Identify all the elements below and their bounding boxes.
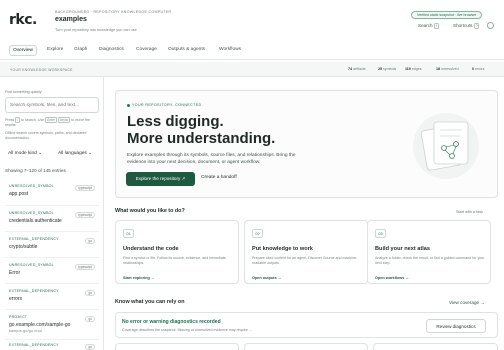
section-title-actions: What would you like to do? [115, 208, 185, 214]
tab-graph[interactable]: Graph [74, 47, 87, 52]
language-select[interactable]: All languages ⌄ [58, 151, 92, 156]
divider [5, 339, 99, 340]
language-tag: go [85, 290, 95, 296]
create-handoff-button[interactable]: Create a handoff [201, 175, 237, 180]
stat-unresolved: 18 unresolved [436, 67, 459, 71]
symbol-kind: UNRESOLVED_SYMBOL [9, 211, 54, 215]
language-tag: typescript [75, 212, 95, 218]
tab-explore[interactable]: Explore [47, 47, 63, 52]
search-label: Search [418, 23, 433, 28]
theme-toggle-icon[interactable] [487, 22, 494, 29]
app-logo[interactable]: rkc. [9, 12, 37, 28]
search-button[interactable]: Search / [418, 23, 439, 29]
hero-heading: Less digging. More understanding. [127, 113, 276, 147]
divider [5, 283, 99, 284]
review-diagnostics-button[interactable]: Review diagnostics [426, 319, 486, 333]
card-number: 03 [375, 229, 386, 238]
card-number: 02 [252, 229, 263, 238]
card-description: Find a symbol or file. Follow its source… [123, 256, 226, 265]
shortcuts-kbd: ? [473, 23, 480, 29]
language-tag: typescript [75, 185, 95, 191]
symbol-kind: EXTERNAL_DEPENDENCY [9, 237, 59, 241]
search-scope-hint: Offline search covers symbols, paths, an… [5, 131, 87, 140]
symbol-path: sample-go/go.mod [9, 329, 42, 333]
card-title: Build your next atlas [375, 246, 431, 252]
list-item[interactable]: EXTERNAL_DEPENDENCY go [5, 343, 99, 350]
stat-symbols: 25 symbols [378, 67, 397, 71]
workspace-label: YOUR KNOWLEDGE WORKSPACE [10, 68, 73, 72]
symbol-search-input[interactable] [5, 97, 99, 113]
card-build-atlas[interactable]: 03 Build your next atlas Analyze a folde… [367, 220, 491, 284]
card-link[interactable]: Open outputs → [252, 276, 282, 280]
search-kbd: / [433, 23, 439, 29]
tab-workflows[interactable]: Workflows [219, 47, 241, 52]
symbol-name: errors [9, 296, 23, 302]
divider [5, 309, 99, 310]
symbol-name: app.post [9, 191, 29, 197]
chevron-down-icon: ⌄ [88, 151, 93, 156]
section-title-rely: Know what you can rely on [115, 299, 185, 305]
card-description: Analyze a folder, check the result, or f… [375, 256, 485, 265]
stat-artifacts: 74 artifacts [348, 67, 366, 71]
divider [5, 205, 99, 206]
page-subtitle: Turn your repository into knowledge you … [55, 28, 137, 32]
find-label: Find something quickly [5, 90, 42, 94]
symbol-kind: UNRESOLVED_SYMBOL [9, 184, 54, 188]
page-title: examples [55, 16, 87, 23]
bottom-card [373, 343, 498, 350]
tab-coverage[interactable]: Coverage [136, 47, 157, 52]
breadcrumb: BACKGROUNDED · REPOSITORY KNOWLEDGE COMP… [55, 10, 172, 14]
card-title: Put knowledge to work [252, 246, 313, 252]
search-hint: Press / to search. Use Enter Arrow to mo… [5, 117, 90, 127]
card-link[interactable]: Open workflows → [375, 276, 409, 280]
card-title: Understand the code [123, 246, 179, 252]
logo-text: rkc. [9, 12, 37, 28]
symbol-kind: EXTERNAL_DEPENDENCY [9, 289, 59, 293]
card-link[interactable]: Start exploring → [123, 276, 155, 280]
documents-illustration-icon [413, 113, 479, 179]
start-task-link[interactable]: Start with a task [456, 210, 483, 214]
diagnostics-status-title: No error or warning diagnostics recorded [122, 319, 221, 325]
hero-kicker: YOUR REPOSITORY, CONNECTED [127, 103, 202, 107]
bottom-card [244, 343, 368, 350]
card-description: Prepare cited context for an agent. Disc… [252, 256, 358, 265]
shortcuts-button[interactable]: Shortcuts ? [453, 23, 480, 29]
stat-errors: 0 errors [472, 67, 485, 71]
symbol-name: go.example.com/sample-go [9, 322, 71, 328]
card-number: 01 [123, 229, 134, 238]
symbol-name: credentials.authenticate [9, 218, 62, 224]
language-tag: go [85, 344, 95, 350]
bottom-card [115, 343, 239, 350]
view-coverage-link[interactable]: View coverage → [449, 300, 485, 305]
symbol-kind: EXTERNAL_DEPENDENCY [9, 343, 59, 347]
explore-repository-button[interactable]: Explore the repository ↗ [126, 172, 195, 186]
workspace-stats-bar: YOUR KNOWLEDGE WORKSPACE 74 artifacts 25… [0, 62, 504, 77]
status-dot-icon [127, 103, 130, 107]
hero-description: Explore examples through its symbols, so… [127, 153, 296, 165]
divider [5, 231, 99, 232]
card-put-knowledge-to-work[interactable]: 02 Put knowledge to work Prepare cited c… [244, 220, 368, 284]
language-tag: go [85, 238, 95, 244]
results-count: Showing 7–120 of 145 entries [5, 168, 66, 173]
language-tag: go [85, 316, 95, 322]
card-understand-code[interactable]: 01 Understand the code Find a symbol or … [115, 220, 239, 284]
language-tag: typescript [75, 264, 95, 270]
diagnostics-status-desc: Coverage describes the snapshot. Missing… [122, 328, 252, 332]
tab-outputs-agents[interactable]: Outputs & agents [168, 47, 205, 52]
divider [5, 257, 99, 258]
symbol-kind: PROJECT [9, 315, 28, 319]
verified-badge: Verified static snapshot · live browser [411, 11, 483, 19]
tab-diagnostics[interactable]: Diagnostics [99, 47, 124, 52]
mode-kind-select[interactable]: All mode kind ⌄ [8, 151, 42, 156]
chevron-down-icon: ⌄ [38, 151, 43, 156]
symbol-name: crypto/subtle [9, 244, 38, 250]
symbol-kind: UNRESOLVED_SYMBOL [9, 263, 54, 267]
shortcuts-label: Shortcuts [453, 23, 473, 28]
tab-overview[interactable]: Overview [9, 45, 37, 56]
stat-edges: 119 edges [405, 67, 422, 71]
list-item[interactable]: PROJECT go.example.com/sample-go go samp… [5, 315, 99, 337]
symbol-name: Error [9, 270, 21, 276]
